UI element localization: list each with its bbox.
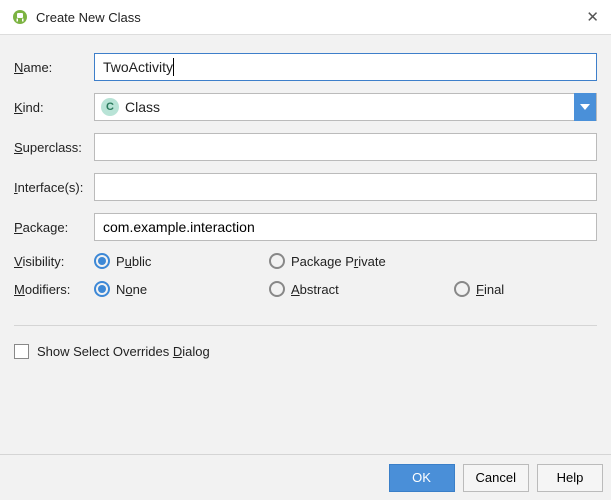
name-input[interactable]: TwoActivity	[94, 53, 597, 81]
visibility-label: Visibility:	[14, 254, 94, 269]
modifiers-row: Modifiers: None Abstract Final	[14, 281, 597, 297]
text-cursor	[173, 58, 174, 76]
radio-icon	[269, 253, 285, 269]
name-label: Name:	[14, 60, 94, 75]
kind-value: Class	[125, 99, 574, 115]
modifier-none[interactable]: None	[94, 281, 269, 297]
modifier-final[interactable]: Final	[454, 281, 504, 297]
dialog-title: Create New Class	[36, 10, 586, 25]
cancel-button[interactable]: Cancel	[463, 464, 529, 492]
interfaces-row: Interface(s):	[14, 173, 597, 201]
app-icon	[12, 9, 28, 25]
package-row: Package:	[14, 213, 597, 241]
overrides-label: Show Select Overrides Dialog	[37, 344, 210, 359]
form-body: Name: TwoActivity Kind: C Class Supercla…	[0, 35, 611, 297]
close-icon[interactable]: ✕	[586, 8, 599, 26]
name-row: Name: TwoActivity	[14, 53, 597, 81]
help-button[interactable]: Help	[537, 464, 603, 492]
modifiers-label: Modifiers:	[14, 282, 94, 297]
radio-icon	[94, 253, 110, 269]
interfaces-label: Interface(s):	[14, 180, 94, 195]
superclass-input[interactable]	[94, 133, 597, 161]
kind-dropdown[interactable]: C Class	[94, 93, 597, 121]
radio-icon	[454, 281, 470, 297]
radio-icon	[269, 281, 285, 297]
interfaces-input[interactable]	[94, 173, 597, 201]
class-icon: C	[101, 98, 119, 116]
visibility-public[interactable]: Public	[94, 253, 269, 269]
button-bar: OK Cancel Help	[0, 454, 611, 500]
titlebar: Create New Class ✕	[0, 0, 611, 35]
package-input[interactable]	[94, 213, 597, 241]
kind-row: Kind: C Class	[14, 93, 597, 121]
chevron-down-icon[interactable]	[574, 93, 596, 121]
visibility-row: Visibility: Public Package Private	[14, 253, 597, 269]
ok-button[interactable]: OK	[389, 464, 455, 492]
visibility-package-private[interactable]: Package Private	[269, 253, 454, 269]
superclass-row: Superclass:	[14, 133, 597, 161]
package-label: Package:	[14, 220, 94, 235]
radio-icon	[94, 281, 110, 297]
superclass-label: Superclass:	[14, 140, 94, 155]
kind-label: Kind:	[14, 100, 94, 115]
overrides-checkbox-row[interactable]: Show Select Overrides Dialog	[0, 326, 611, 377]
modifier-abstract[interactable]: Abstract	[269, 281, 454, 297]
checkbox-icon	[14, 344, 29, 359]
